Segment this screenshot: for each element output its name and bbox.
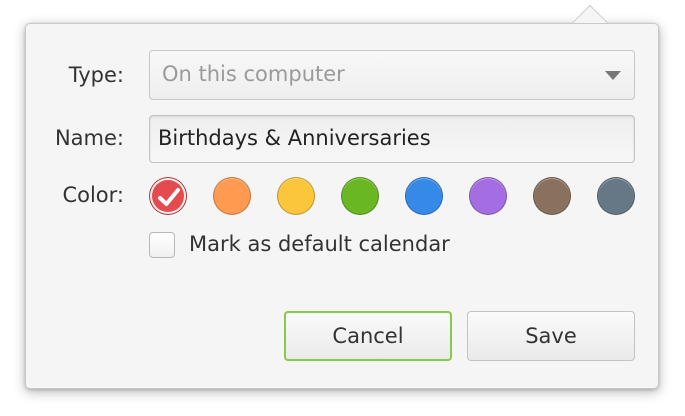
default-calendar-checkbox[interactable] [149, 232, 175, 258]
type-select-value: On this computer [162, 62, 345, 86]
name-field-value: Birthdays & Anniversaries [158, 126, 431, 150]
color-swatch-slate[interactable] [597, 177, 635, 215]
checkmark-icon [158, 188, 180, 206]
color-swatch-orange[interactable] [213, 177, 251, 215]
popover-arrow [572, 5, 609, 42]
name-field[interactable]: Birthdays & Anniversaries [149, 115, 635, 163]
color-swatch-yellow[interactable] [277, 177, 315, 215]
color-label: Color: [62, 183, 124, 207]
color-swatch-blue[interactable] [405, 177, 443, 215]
color-swatch-red[interactable] [149, 177, 187, 215]
type-select[interactable]: On this computer [149, 50, 635, 100]
color-swatch-purple[interactable] [469, 177, 507, 215]
color-swatch-brown[interactable] [533, 177, 571, 215]
save-button[interactable]: Save [467, 311, 635, 361]
color-swatch-row [149, 177, 639, 219]
calendar-popover: Type: On this computer Name: Birthdays &… [25, 23, 659, 389]
type-label: Type: [68, 63, 124, 87]
chevron-down-icon [605, 71, 621, 80]
name-label: Name: [54, 126, 124, 150]
color-swatch-green[interactable] [341, 177, 379, 215]
cancel-button[interactable]: Cancel [284, 311, 452, 361]
default-calendar-label[interactable]: Mark as default calendar [189, 232, 450, 256]
